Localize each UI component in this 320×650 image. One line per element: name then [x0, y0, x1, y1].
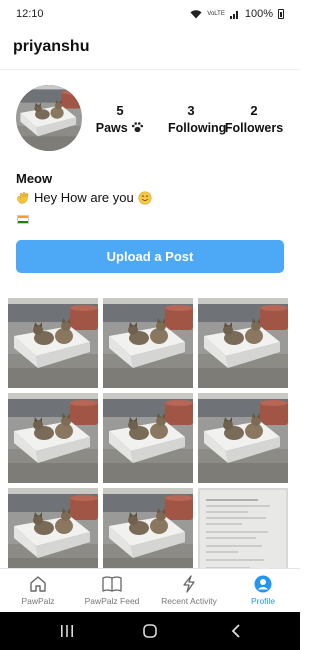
profile-icon — [254, 575, 272, 593]
paws-label: Paws — [95, 121, 128, 135]
home-circle-icon — [143, 624, 157, 638]
grid-tile[interactable] — [198, 298, 288, 388]
profile-avatar[interactable] — [16, 85, 82, 151]
avatar-cat-photo — [16, 85, 82, 151]
cat-photo — [198, 393, 288, 483]
bottom-nav: PawPalz PawPalz Feed Recent Activity Pro… — [0, 568, 300, 612]
home-system-button[interactable] — [130, 612, 170, 650]
profile-header: priyanshu — [0, 28, 300, 70]
signal-icon — [229, 11, 238, 19]
bio-name: Meow — [16, 171, 53, 186]
following-label: Following — [168, 121, 227, 135]
back-chevron-icon — [231, 624, 240, 638]
grid-tile[interactable] — [8, 298, 98, 388]
stat-following[interactable]: 3 Following — [168, 103, 227, 137]
status-bar: 12:10 VoLTE 100% — [0, 0, 300, 28]
paws-count: 5 — [116, 103, 124, 118]
following-count: 3 — [187, 103, 195, 118]
home-icon — [30, 576, 46, 592]
cat-photo — [8, 298, 98, 388]
nav-label: Recent Activity — [161, 596, 217, 606]
volte-indicator: VoLTE — [207, 11, 225, 17]
cat-photo — [103, 393, 193, 483]
bio-text: Hey How are you — [34, 190, 134, 205]
grid-tile[interactable] — [198, 393, 288, 483]
stat-paws[interactable]: 5 Paws — [95, 103, 145, 137]
username-title: priyanshu — [13, 38, 90, 55]
system-nav-bar — [0, 612, 300, 650]
upload-post-button[interactable]: Upload a Post — [16, 240, 284, 273]
recents-icon — [61, 625, 73, 637]
grid-tile[interactable] — [8, 393, 98, 483]
nav-recent-activity[interactable]: Recent Activity — [154, 569, 224, 613]
grid-tile[interactable] — [103, 488, 193, 578]
cat-photo — [8, 488, 98, 578]
paw-icon — [132, 122, 144, 133]
recents-button[interactable] — [47, 612, 87, 650]
cat-photo — [103, 488, 193, 578]
bio-text-row: Hey How are you — [16, 190, 152, 205]
nav-profile[interactable]: Profile — [238, 569, 288, 613]
followers-count: 2 — [250, 103, 258, 118]
cat-photo — [103, 298, 193, 388]
lightning-icon — [183, 575, 195, 593]
waving-hand-icon — [17, 191, 29, 204]
cat-photo — [8, 393, 98, 483]
book-icon — [102, 576, 122, 592]
grid-tile[interactable] — [8, 488, 98, 578]
battery-icon — [278, 9, 284, 19]
document-photo — [198, 488, 288, 578]
smiling-face-icon — [138, 191, 152, 204]
india-flag-icon — [17, 215, 29, 224]
nav-label: Profile — [250, 596, 276, 606]
nav-pawpalz-feed[interactable]: PawPalz Feed — [78, 569, 146, 613]
battery-percent: 100% — [244, 8, 273, 20]
nav-pawpalz[interactable]: PawPalz — [8, 569, 68, 613]
cat-photo — [198, 298, 288, 388]
grid-tile[interactable] — [103, 393, 193, 483]
status-time: 12:10 — [16, 8, 44, 20]
wifi-icon — [190, 10, 202, 19]
grid-tile[interactable] — [103, 298, 193, 388]
followers-label: Followers — [224, 121, 284, 135]
stat-followers[interactable]: 2 Followers — [223, 103, 285, 137]
back-button[interactable] — [216, 612, 256, 650]
status-icons: VoLTE 100% — [190, 8, 284, 20]
nav-label: PawPalz — [21, 596, 55, 606]
grid-tile[interactable] — [198, 488, 288, 578]
nav-label: PawPalz Feed — [84, 596, 140, 606]
